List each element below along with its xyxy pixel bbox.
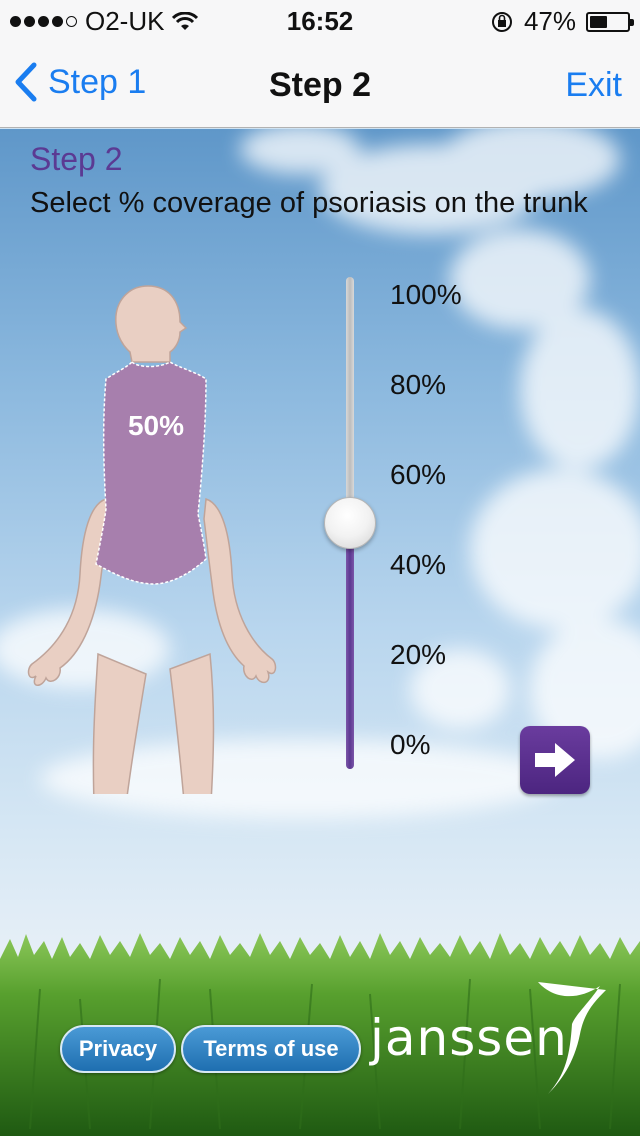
- slider-tick-label: 60%: [390, 459, 447, 490]
- terms-of-use-button[interactable]: Terms of use: [181, 1025, 361, 1073]
- trunk-region[interactable]: [95, 360, 207, 585]
- step-heading: Step 2: [30, 141, 123, 177]
- next-button[interactable]: [520, 726, 590, 794]
- status-bar: O2-UK 16:52 47%: [0, 0, 640, 40]
- slider-tick-label: 100%: [390, 279, 462, 310]
- orientation-lock-icon: [491, 11, 512, 32]
- privacy-button[interactable]: Privacy: [60, 1025, 176, 1073]
- arrow-right-icon: [535, 743, 575, 777]
- janssen-logo-icon: [538, 982, 606, 1094]
- body-figure: [27, 285, 277, 794]
- coverage-slider-thumb[interactable]: [324, 497, 376, 549]
- slider-tick-label: 20%: [390, 639, 447, 670]
- coverage-percent-label: 50%: [127, 410, 185, 441]
- status-right: 47%: [490, 6, 634, 37]
- exit-button[interactable]: Exit: [565, 66, 622, 105]
- slider-tick-label: 40%: [390, 549, 447, 580]
- content-area: Step 2 Select % coverage of psoriasis on…: [0, 129, 640, 1136]
- navigation-bar: Step 1 Step 2 Exit: [0, 40, 640, 128]
- screen: O2-UK 16:52 47% Step 1 Step 2 Exit Step …: [0, 0, 640, 1136]
- battery-percent: 47%: [523, 6, 576, 36]
- coverage-slider-fill: [346, 523, 354, 769]
- slider-tick-label: 0%: [390, 729, 431, 760]
- slider-tick-label: 80%: [390, 369, 447, 400]
- page-title: Step 2: [268, 66, 372, 104]
- step-instruction: Select % coverage of psoriasis on the tr…: [30, 187, 588, 219]
- battery-fill: [590, 15, 607, 28]
- battery-icon: [586, 11, 634, 32]
